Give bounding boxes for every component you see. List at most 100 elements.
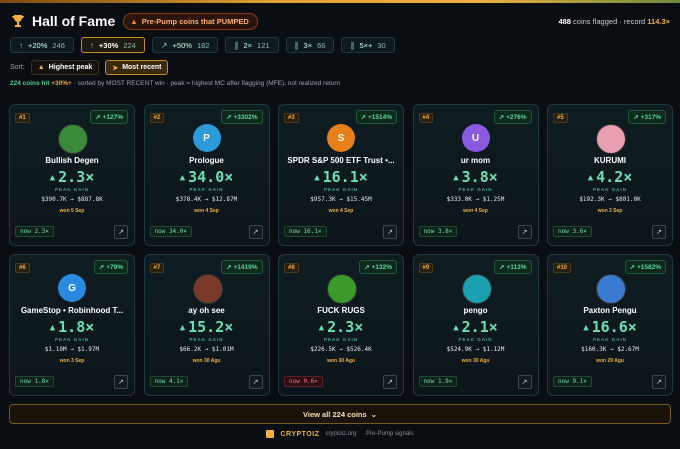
- filter-button[interactable]: ↗ +50% 182: [151, 37, 219, 53]
- bolt-icon: ➤: [112, 64, 119, 72]
- rocket-icon: ➚: [95, 114, 103, 121]
- peak-percent: +1582%: [636, 264, 661, 271]
- peak-multiplier-value: 4.2×: [596, 168, 633, 186]
- coin-card[interactable]: #2 ➚ +3302% P Prologue ▲ 34.0× PEAK GAIN $378.4…: [143, 104, 270, 246]
- peak-multiplier: ▲ 2.1×: [414, 318, 538, 336]
- filter-label: +50%: [172, 40, 192, 50]
- peak-percent: +79%: [106, 264, 123, 271]
- won-date: won 4 Sep: [463, 208, 488, 214]
- coin-avatar: [596, 124, 626, 154]
- sort-label: Sort:: [10, 64, 25, 71]
- coin-name: ur mom: [460, 156, 491, 165]
- external-link-icon[interactable]: ↗: [517, 375, 532, 389]
- coin-card[interactable]: #1 ➚ +127% Bullish Degen ▲ 2.3× PEAK GAIN $390…: [9, 104, 135, 246]
- peak-gain-label: PEAK GAIN: [323, 337, 358, 342]
- external-link-icon[interactable]: ↗: [248, 375, 263, 389]
- rank-badge: #1: [15, 113, 30, 123]
- hit-threshold: +30%+: [51, 80, 72, 87]
- rank-badge: #6: [15, 263, 30, 273]
- current-multiplier-badge: now 3.8×: [418, 226, 458, 237]
- coin-card[interactable]: #9 ➚ +113% pengo ▲ 2.1× PEAK GAIN $524.9K → $1…: [412, 254, 539, 396]
- external-link-icon[interactable]: ↗: [114, 375, 128, 389]
- external-link-icon[interactable]: ↗: [248, 225, 263, 239]
- view-all-button[interactable]: View all 224 coins ⌄: [9, 404, 671, 424]
- won-date: won 4 Sep: [328, 208, 354, 214]
- site-link[interactable]: cryptoiz.org: [325, 431, 356, 437]
- trophy-icon: [10, 13, 26, 29]
- peak-percent-badge: ➚ +132%: [359, 260, 397, 274]
- footer: CRYPTOIZ cryptoiz.org · Pre-Pump signals: [0, 430, 680, 438]
- coin-card[interactable]: #10 ➚ +1582% Paxton Pengu ▲ 16.6× PEAK GAIN $1…: [547, 254, 673, 396]
- coin-avatar: [192, 274, 223, 304]
- rank-badge: #2: [149, 113, 165, 123]
- coin-card[interactable]: #7 ➚ +1419% ay oh see ▲ 15.2× PEAK GAIN $66.2K…: [143, 254, 270, 396]
- filter-button[interactable]: ∥ 3× 66: [285, 37, 335, 53]
- sort-highest-peak-button[interactable]: ▲ Highest peak: [30, 60, 100, 75]
- filter-button[interactable]: ↑ +30% 224: [80, 37, 145, 53]
- chevron-down-icon: ⌄: [370, 409, 377, 419]
- rank-badge: #3: [284, 113, 299, 123]
- won-date: won 3 Sep: [597, 208, 623, 214]
- peak-percent-badge: ➚ +317%: [628, 110, 666, 124]
- coin-card[interactable]: #5 ➚ +317% KURUMI ▲ 4.2× PEAK GAIN $192.3K → $…: [547, 104, 673, 246]
- peak-gain-label: PEAK GAIN: [189, 337, 224, 342]
- rocket-icon: ➚: [633, 114, 641, 121]
- external-link-icon[interactable]: ↗: [652, 375, 666, 389]
- rank-badge: #4: [418, 113, 434, 123]
- filter-count: 224: [123, 40, 136, 50]
- coin-grid: #1 ➚ +127% Bullish Degen ▲ 2.3× PEAK GAIN $390…: [9, 104, 673, 396]
- filter-count: 182: [196, 40, 210, 50]
- peak-multiplier-value: 2.3×: [58, 168, 95, 186]
- peak-multiplier-value: 16.6×: [591, 318, 637, 336]
- coin-name: KURUMI: [594, 156, 626, 165]
- sort-most-recent-button[interactable]: ➤ Most recent: [105, 60, 169, 75]
- footer-tagline: · Pre-Pump signals: [362, 431, 414, 437]
- coin-card[interactable]: #4 ➚ +276% Uur mom ▲ 3.8× PEAK GAIN $333.0K → …: [412, 104, 539, 246]
- rank-badge: #10: [553, 263, 572, 273]
- peak-gain-label: PEAK GAIN: [592, 337, 627, 342]
- page-title: Hall of Fame: [32, 13, 116, 29]
- filter-button[interactable]: ↑ +20% 246: [10, 37, 74, 53]
- coin-card[interactable]: #6 ➚ +79% G GameStop • Robinhood T... ▲ 1.8× P…: [9, 254, 135, 396]
- coin-name: GameStop • Robinhood T...: [20, 306, 124, 315]
- avatar-letter: G: [68, 282, 76, 294]
- coin-avatar: G: [58, 274, 86, 302]
- peak-percent-badge: ➚ +113%: [494, 260, 532, 274]
- peak-percent: +317%: [640, 114, 661, 121]
- hit-count: 224 coins hit: [10, 80, 50, 87]
- filter-count: 246: [52, 40, 65, 50]
- peak-percent: +1514%: [367, 114, 392, 121]
- peak-gain-label: PEAK GAIN: [54, 337, 89, 342]
- peak-percent-badge: ➚ +276%: [493, 110, 532, 124]
- coin-name: SPDR S&P 500 ETF Trust •...: [287, 156, 395, 165]
- external-link-icon[interactable]: ↗: [517, 225, 532, 239]
- coin-card[interactable]: #8 ➚ +132% FUCK RUGS ▲ 2.3× PEAK GAIN $226.5K …: [278, 254, 404, 396]
- triangle-up-icon: ▲: [587, 173, 594, 183]
- coin-name: FUCK RUGS: [317, 306, 365, 315]
- sort-explanation: · sorted by MOST RECENT win · peak = hig…: [73, 80, 341, 87]
- coin-name: pengo: [463, 306, 488, 315]
- bar-icon: ∥: [294, 40, 299, 50]
- current-multiplier-badge: now 16.1×: [284, 226, 327, 237]
- external-link-icon[interactable]: ↗: [652, 225, 666, 239]
- avatar-letter: U: [471, 132, 480, 144]
- filter-count: 66: [317, 40, 326, 50]
- peak-gain-label: PEAK GAIN: [592, 187, 627, 192]
- threshold-filters: ↑ +20% 246 ↑ +30% 224 ↗ +50% 182 ∥ 2× 121 ∥ 3× 66 ∥ 5×+ 3…: [10, 37, 395, 53]
- triangle-up-icon: ▲: [453, 323, 459, 333]
- peak-multiplier: ▲ 1.8×: [10, 318, 134, 336]
- filter-button[interactable]: ∥ 2× 121: [225, 37, 279, 53]
- coin-avatar: S: [327, 124, 355, 152]
- coin-card[interactable]: #3 ➚ +1514% S SPDR S&P 500 ETF Trust •... ▲ 1…: [278, 104, 404, 246]
- brand-name: CRYPTOIZ: [280, 430, 320, 438]
- peak-multiplier: ▲ 15.2×: [145, 318, 269, 336]
- triangle-up-icon: ▲: [583, 323, 589, 333]
- external-link-icon[interactable]: ↗: [383, 375, 397, 389]
- market-cap-range: $378.4K → $12.87M: [175, 196, 238, 203]
- filter-button[interactable]: ∥ 5×+ 30: [341, 37, 395, 53]
- external-link-icon[interactable]: ↗: [383, 225, 397, 239]
- market-cap-range: $333.0K → $1.25M: [446, 196, 505, 203]
- external-link-icon[interactable]: ↗: [114, 225, 128, 239]
- rank-badge: #5: [553, 113, 568, 123]
- peak-multiplier-value: 2.3×: [327, 318, 364, 336]
